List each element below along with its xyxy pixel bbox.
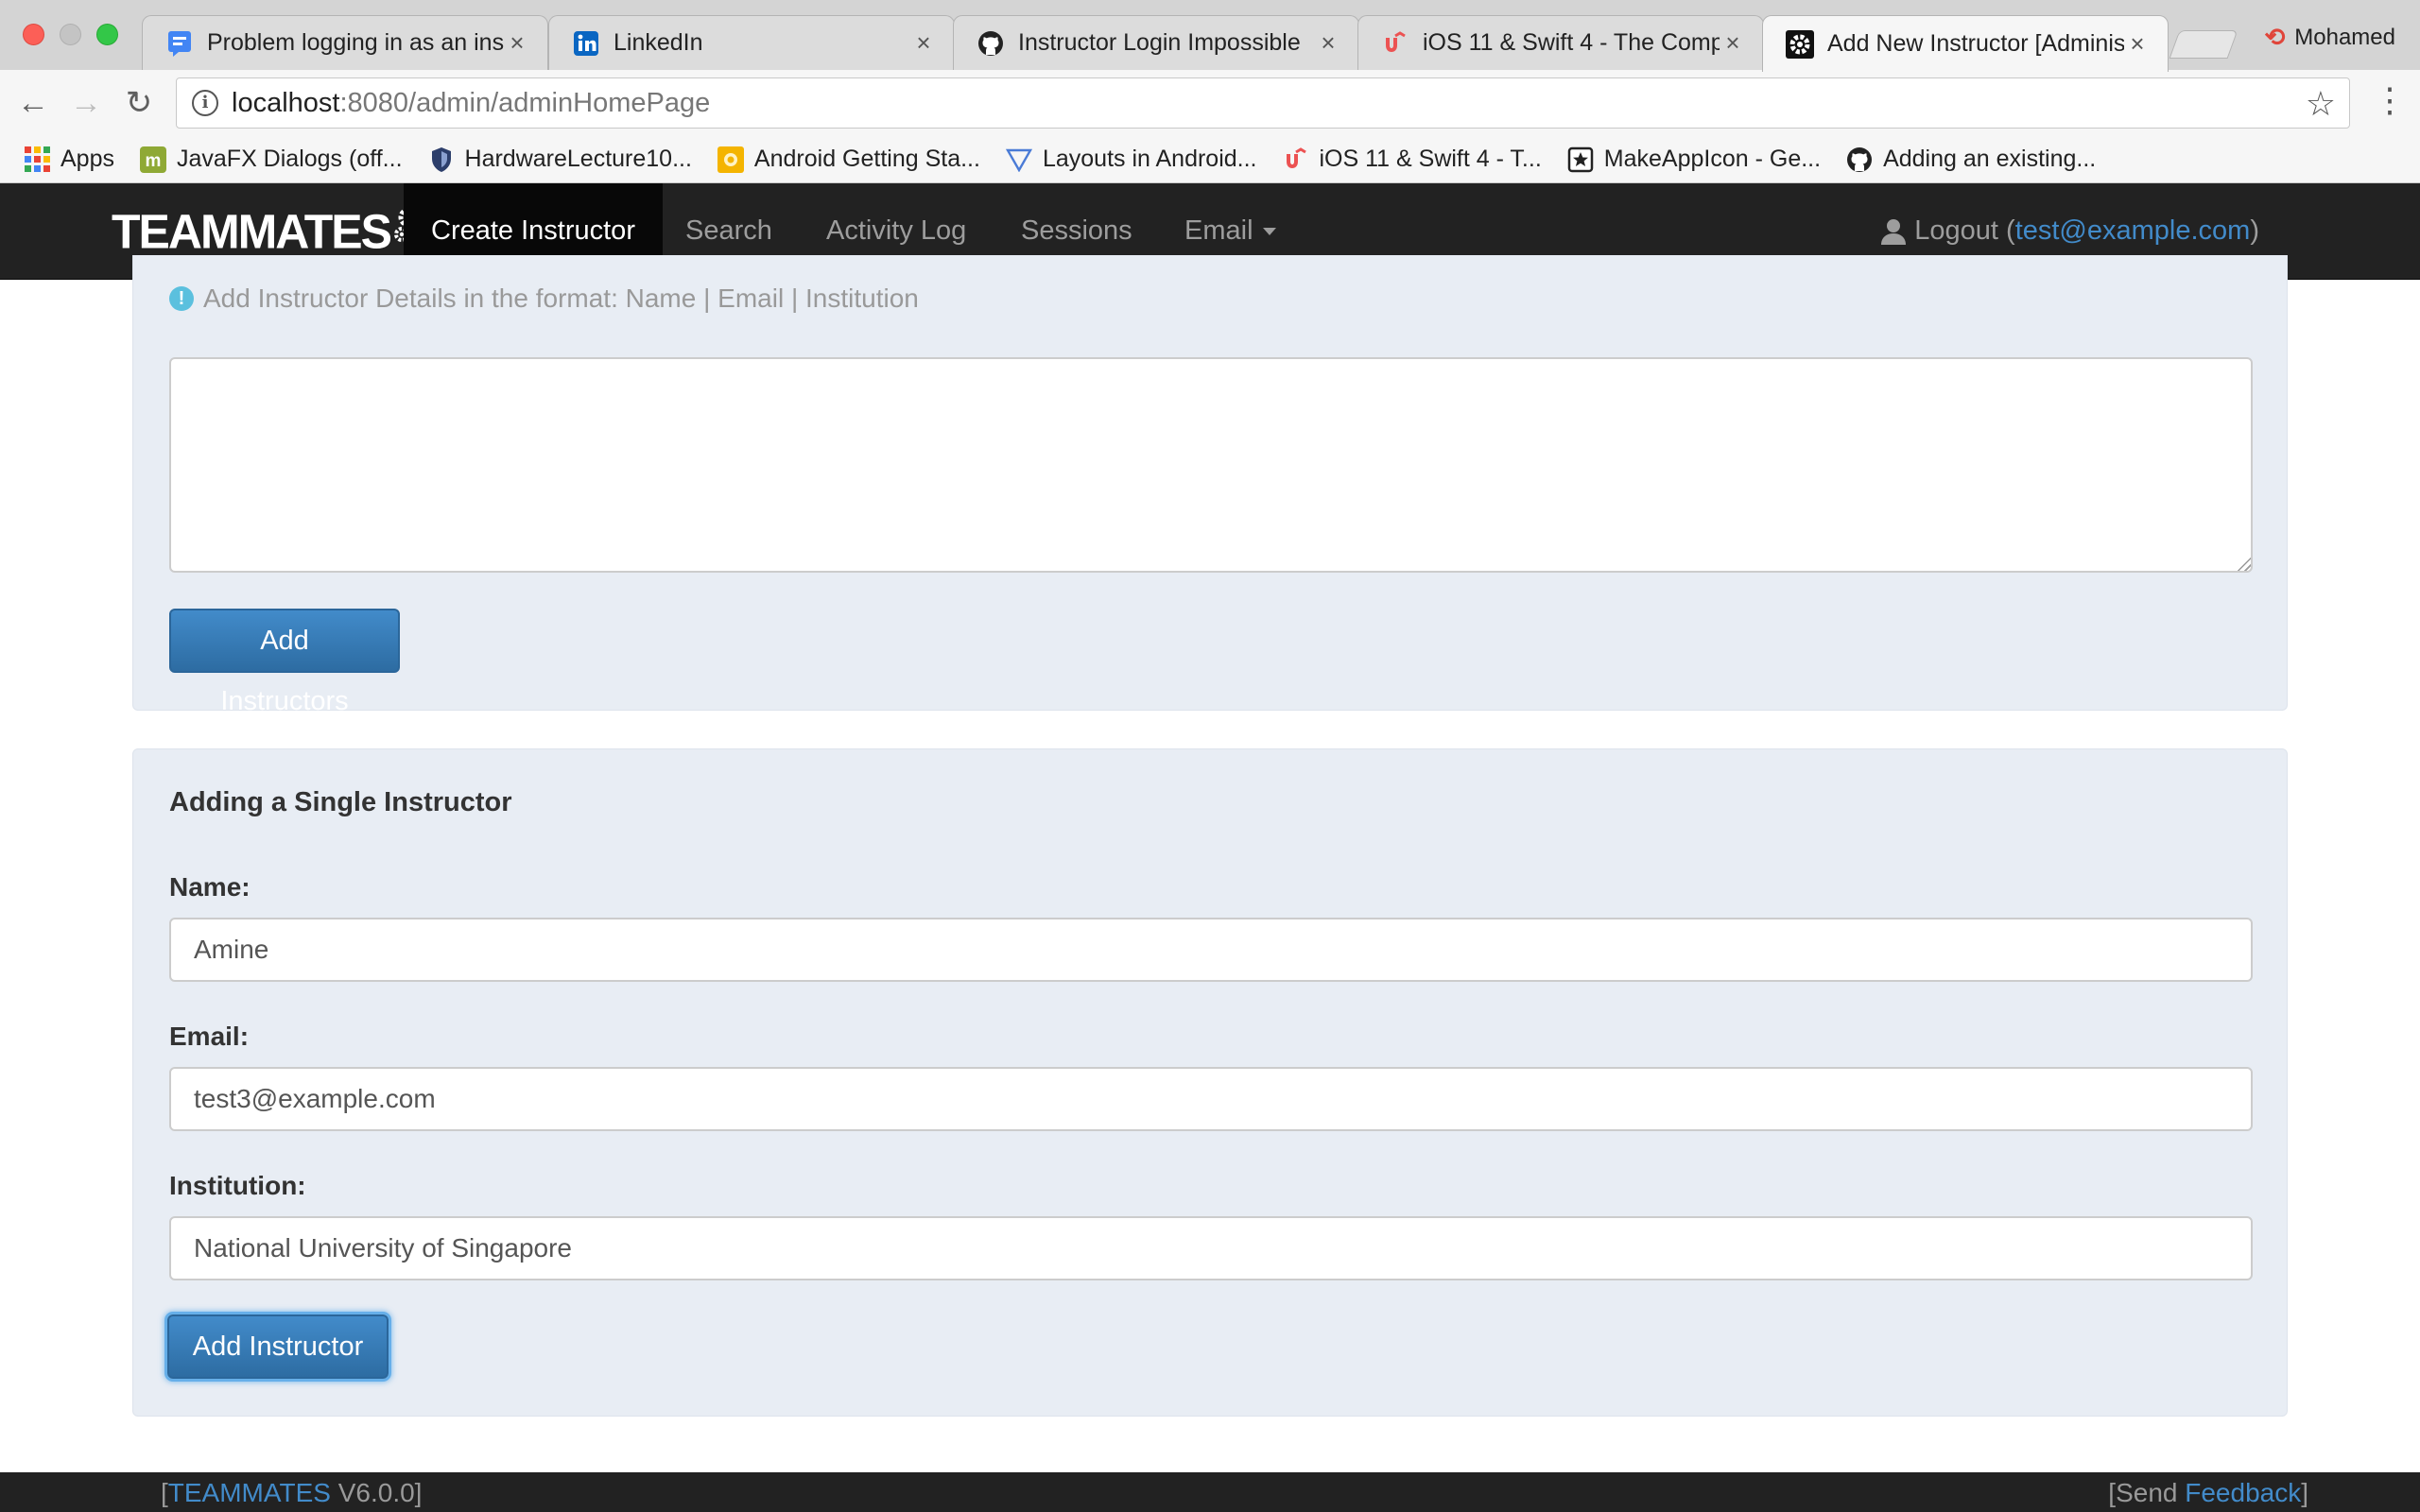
triangle-icon <box>1005 146 1033 174</box>
shield-icon <box>427 146 456 174</box>
close-icon[interactable]: × <box>1315 28 1341 58</box>
m-icon: m <box>139 146 167 174</box>
reload-icon[interactable]: ↻ <box>119 83 159 123</box>
feedback-link[interactable]: Feedback <box>2185 1478 2301 1507</box>
browser-tab-active[interactable]: Add New Instructor [Adminis × <box>1762 15 2169 72</box>
bookmark-item[interactable]: Android Getting Sta... <box>717 146 980 174</box>
browser-tab[interactable]: Instructor Login Impossible × <box>953 15 1359 70</box>
send-label: [Send <box>2108 1478 2186 1507</box>
bookmark-label: iOS 11 & Swift 4 - T... <box>1319 146 1542 172</box>
profile-icon: ⟲ <box>2264 23 2286 51</box>
browser-toolbar: ← → ↻ i localhost :8080/admin/adminHomeP… <box>0 70 2420 136</box>
udemy-icon <box>1282 146 1310 174</box>
bookmark-label: Adding an existing... <box>1883 146 2097 172</box>
bookmark-item[interactable]: Adding an existing... <box>1845 146 2096 174</box>
bookmark-item[interactable]: MakeAppIcon - Ge... <box>1566 146 1821 174</box>
linkedin-icon <box>572 29 600 58</box>
profile-name: Mohamed <box>2294 24 2395 50</box>
exclamation-circle-icon: ! <box>169 286 194 311</box>
android-icon <box>717 146 745 174</box>
add-instructor-button[interactable]: Add Instructor <box>167 1314 389 1379</box>
bookmark-label: JavaFX Dialogs (off... <box>176 146 403 172</box>
bookmark-label: HardwareLecture10... <box>464 146 692 172</box>
window-minimize-button[interactable] <box>60 24 81 45</box>
user-icon <box>1881 218 1907 245</box>
close-icon[interactable]: × <box>504 28 530 58</box>
caret-down-icon <box>1262 228 1276 236</box>
github-icon <box>1845 146 1874 174</box>
address-bar[interactable]: i localhost :8080/admin/adminHomePage ☆ <box>176 77 2350 129</box>
browser-tab[interactable]: Problem logging in as an ins × <box>142 15 548 70</box>
add-instructors-button[interactable]: Add Instructors <box>169 609 400 716</box>
window-close-button[interactable] <box>23 24 44 45</box>
google-forum-icon <box>165 29 194 58</box>
footer-bracket: ] <box>2301 1478 2308 1507</box>
site-footer: [TEAMMATES V6.0.0] [Send Feedback] <box>0 1472 2420 1512</box>
bookmark-label: Android Getting Sta... <box>753 146 980 172</box>
profile-button[interactable]: ⟲ Mohamed <box>2264 23 2395 52</box>
name-input[interactable] <box>169 918 2253 982</box>
teammates-gear-icon <box>1786 29 1814 59</box>
tab-title: Instructor Login Impossible <box>1018 29 1301 56</box>
version-text: V6.0.0] <box>330 1478 423 1507</box>
name-label: Name: <box>169 872 251 902</box>
bulk-add-panel: ! Add Instructor Details in the format: … <box>132 255 2288 716</box>
info-icon[interactable]: i <box>192 90 218 116</box>
bookmark-label: Layouts in Android... <box>1042 146 1257 172</box>
tab-title: LinkedIn <box>614 29 703 56</box>
browser-tab[interactable]: iOS 11 & Swift 4 - The Comp × <box>1357 15 1764 70</box>
email-input[interactable] <box>169 1067 2253 1131</box>
footer-bracket: [ <box>161 1478 168 1507</box>
format-hint-text: Add Instructor Details in the format: Na… <box>203 284 919 313</box>
close-icon[interactable]: × <box>2124 29 2151 59</box>
footer-version: [TEAMMATES V6.0.0] <box>161 1478 422 1508</box>
apps-grid-icon <box>23 146 51 174</box>
email-label: Email: <box>169 1022 250 1051</box>
brand-logo[interactable]: TEAMMATES <box>112 204 421 259</box>
back-arrow-icon[interactable]: ← <box>13 83 53 123</box>
window-maximize-button[interactable] <box>96 24 118 45</box>
tab-title: Problem logging in as an ins <box>207 29 504 56</box>
teammates-link[interactable]: TEAMMATES <box>168 1478 331 1507</box>
format-hint: ! Add Instructor Details in the format: … <box>169 284 919 314</box>
bookmark-label: MakeAppIcon - Ge... <box>1603 146 1822 172</box>
resize-grip-icon[interactable] <box>2236 556 2251 571</box>
section-title: Adding a Single Instructor <box>169 787 512 817</box>
bookmark-item[interactable]: Layouts in Android... <box>1005 146 1257 174</box>
udemy-icon <box>1381 29 1409 58</box>
footer-feedback: [Send Feedback] <box>2108 1478 2308 1508</box>
bookmark-item[interactable]: HardwareLecture10... <box>427 146 692 174</box>
url-path: :8080/admin/adminHomePage <box>339 87 711 118</box>
star-box-icon <box>1566 146 1595 174</box>
instructor-details-textarea[interactable] <box>169 357 2253 573</box>
forward-arrow-icon[interactable]: → <box>66 83 106 123</box>
github-icon <box>977 29 1005 58</box>
tab-title: Add New Instructor [Adminis <box>1827 30 2124 57</box>
bookmark-label: Apps <box>60 146 114 172</box>
institution-label: Institution: <box>169 1171 306 1200</box>
close-icon[interactable]: × <box>1720 28 1746 58</box>
tab-title: iOS 11 & Swift 4 - The Comp <box>1423 29 1720 56</box>
svg-text:m: m <box>146 151 162 171</box>
bookmark-star-icon[interactable]: ☆ <box>2306 84 2336 124</box>
single-add-panel: Adding a Single Instructor Name: Email: … <box>132 748 2288 1417</box>
brand-text: TEAMMATES <box>112 204 392 259</box>
kebab-menu-icon[interactable]: ⋮ <box>2373 81 2407 119</box>
bookmark-item[interactable]: m JavaFX Dialogs (off... <box>139 146 403 174</box>
new-tab-button[interactable] <box>2169 30 2238 59</box>
browser-tab[interactable]: LinkedIn × <box>548 15 955 70</box>
bookmarks-bar: Apps m JavaFX Dialogs (off... HardwareLe… <box>0 136 2420 183</box>
bookmark-apps[interactable]: Apps <box>23 146 114 174</box>
browser-tab-strip: Problem logging in as an ins × LinkedIn … <box>0 0 2420 72</box>
nav-email-label: Email <box>1184 215 1253 246</box>
url-host: localhost <box>232 87 340 118</box>
close-icon[interactable]: × <box>910 28 937 58</box>
institution-input[interactable] <box>169 1216 2253 1280</box>
bookmark-item[interactable]: iOS 11 & Swift 4 - T... <box>1282 146 1542 174</box>
